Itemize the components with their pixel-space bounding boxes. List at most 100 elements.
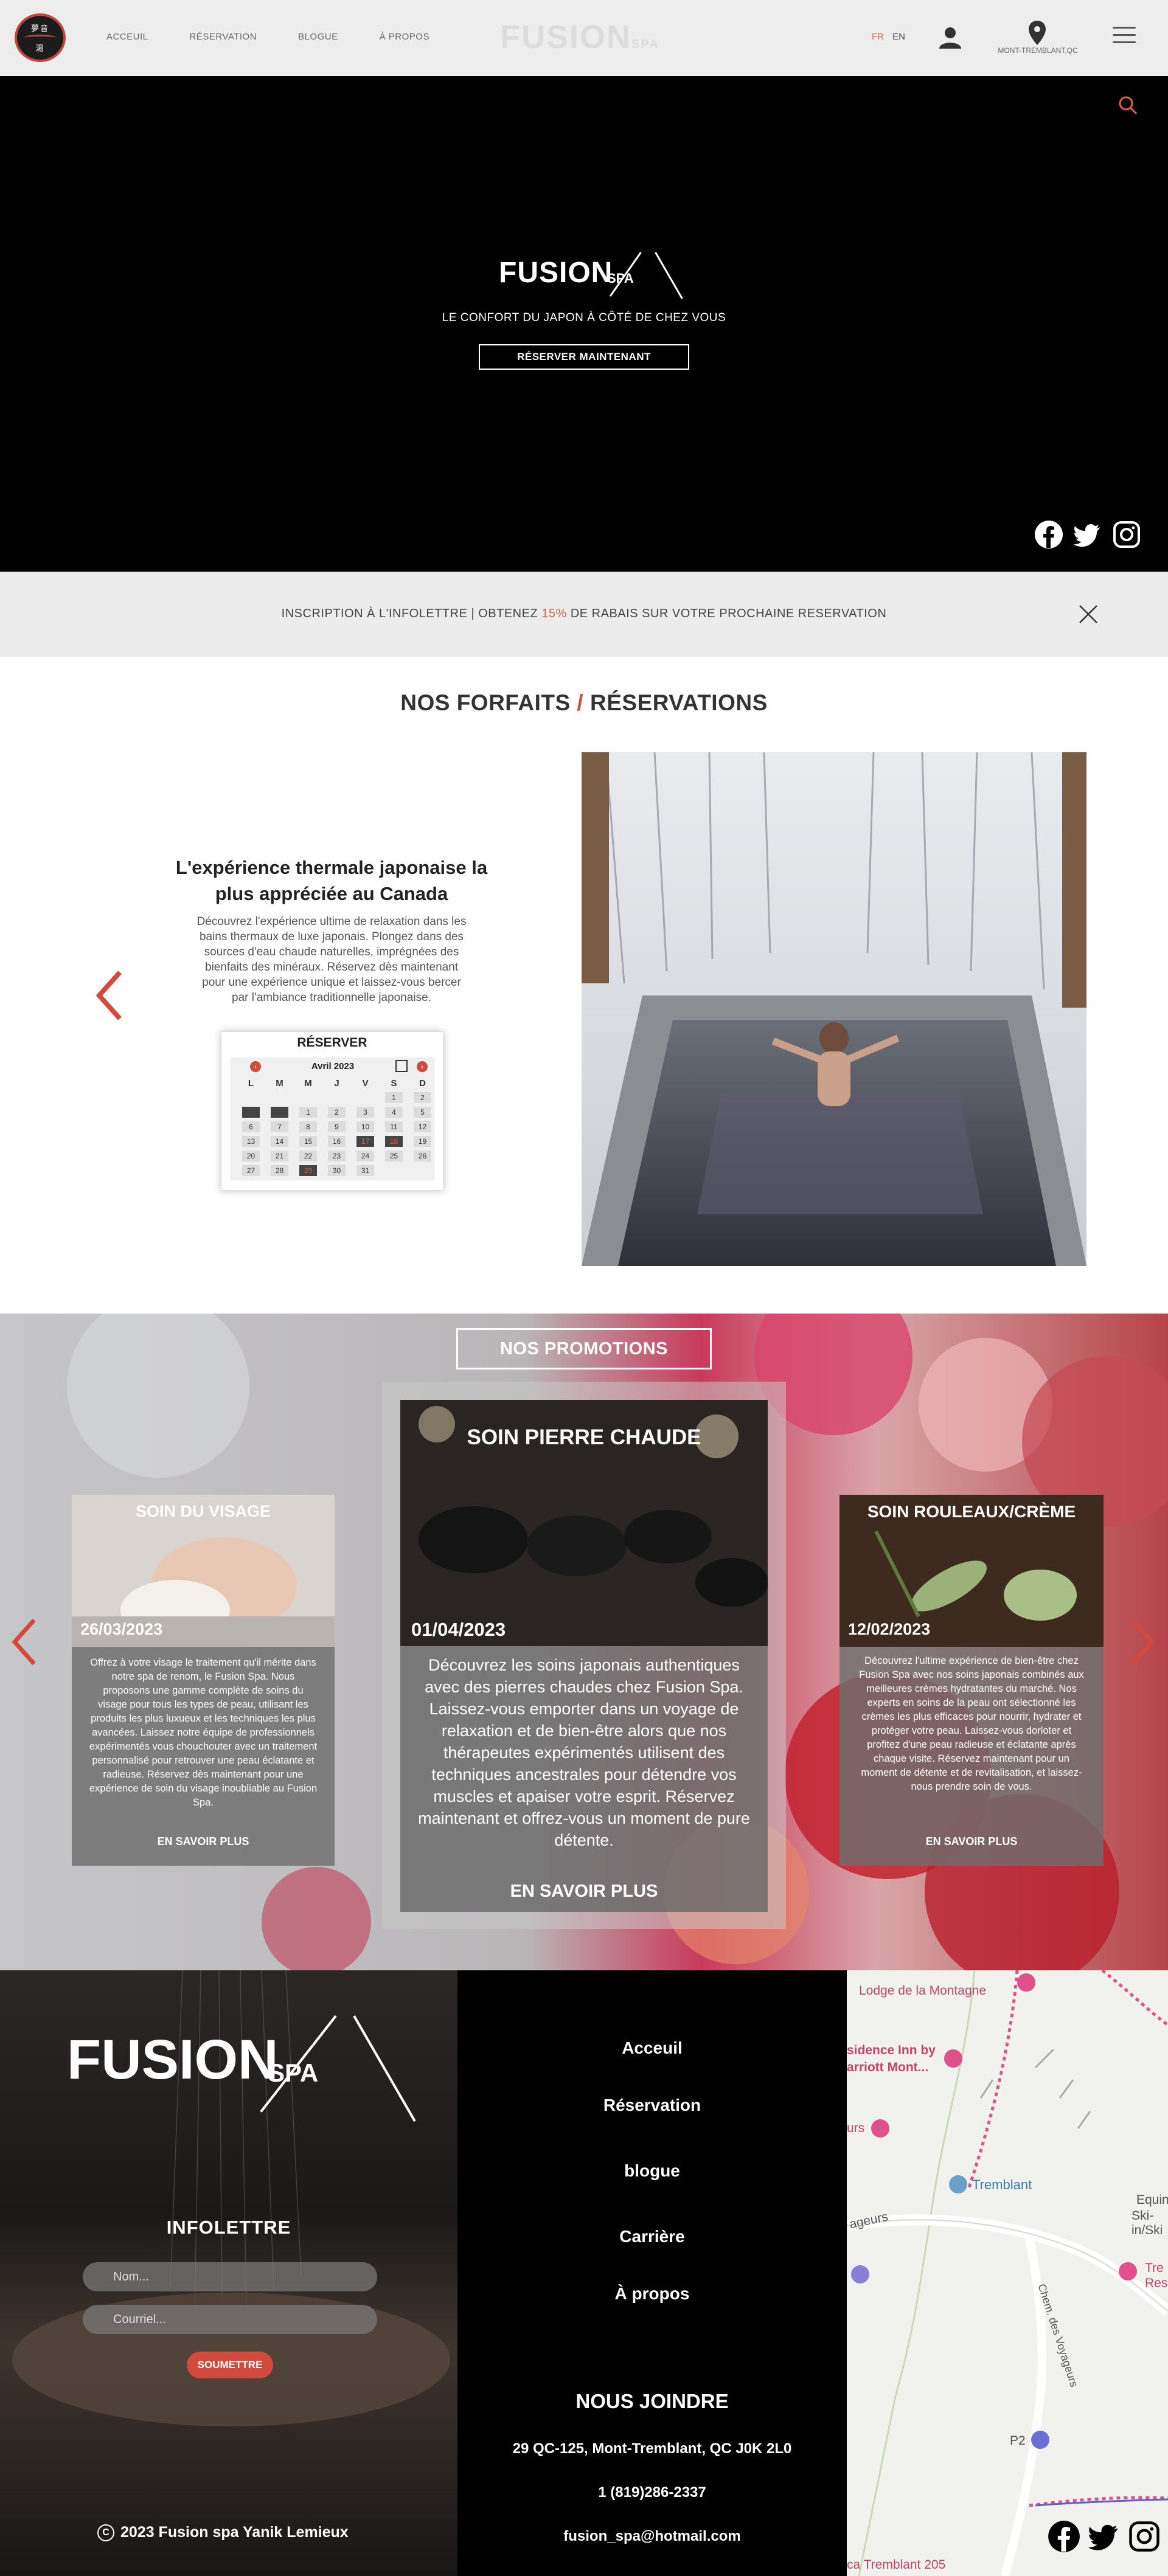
calendar-day[interactable]: 21 [271,1151,288,1162]
thermal-pool-photo [582,752,1086,1266]
promo-card-pierre-chaude[interactable]: SOIN PIERRE CHAUDE 01/04/2023 Découvrez … [400,1400,768,1912]
calendar-day[interactable]: 22 [299,1151,317,1162]
promo-prev-arrow-icon[interactable] [11,1618,38,1666]
footer-logo: FUSION SPA [67,2015,416,2131]
forfaits-title-slash: / [577,690,584,715]
promo-more-link[interactable]: EN SAVOIR PLUS [400,1882,768,1902]
calendar-day [414,1165,431,1176]
calendar-day[interactable]: 3 [356,1107,374,1118]
nav-reservation[interactable]: RÉSERVATION [190,32,257,42]
contact-email[interactable]: fusion_spa@hotmail.com [457,2528,847,2545]
hero-logo: FUSION SPA [499,252,683,301]
footer-link-carriere[interactable]: Carrière [457,2227,847,2246]
calendar-weekday: V [362,1078,369,1089]
submit-button[interactable]: SOUMETTRE [187,2352,273,2378]
footer-link-accueil[interactable]: Acceuil [457,2038,847,2058]
hero-tagline: LE CONFORT DU JAPON À CÔTÉ DE CHEZ VOUS [442,311,726,324]
calendar-icon[interactable] [395,1060,408,1072]
calendar-day[interactable]: 15 [299,1136,317,1147]
calendar-day[interactable]: 4 [385,1107,403,1118]
map-label: arriott Mont... [847,2060,929,2074]
instagram-icon[interactable] [1128,2520,1161,2553]
reserve-now-button[interactable]: RÉSERVER MAINTENANT [479,344,689,370]
calendar-day[interactable]: 11 [385,1121,403,1132]
calendar-day[interactable]: 14 [271,1136,288,1147]
facebook-icon[interactable] [1048,2520,1080,2553]
copyright: C 2023 Fusion spa Yanik Lemieux [97,2524,349,2541]
calendar-header: ‹ Avril 2023 › [231,1060,435,1073]
calendar-day[interactable]: 12 [414,1121,431,1132]
footer-link-a-propos[interactable]: À propos [457,2284,847,2304]
map-label: sidence Inn by [847,2043,936,2057]
user-icon[interactable] [937,24,964,51]
footer-link-blogue[interactable]: blogue [457,2161,847,2181]
calendar-day[interactable]: 18 [385,1136,403,1147]
site-logo[interactable]: 夢音 湯 [15,13,66,62]
calendar-day[interactable]: 2 [328,1107,346,1118]
calendar-day[interactable]: 17 [356,1136,374,1147]
calendar-day[interactable]: 10 [356,1121,374,1132]
calendar-day[interactable]: 30 [328,1165,346,1176]
nav-blogue[interactable]: BLOGUE [298,32,338,42]
twitter-icon[interactable] [1088,2520,1121,2553]
calendar-day[interactable]: 31 [356,1165,374,1176]
hero-social-links [1034,520,1141,549]
calendar-next-icon[interactable]: › [417,1061,428,1072]
contact-address: 29 QC-125, Mont-Tremblant, QC J0K 2L0 [512,2440,792,2457]
calendar-day[interactable]: 8 [299,1121,317,1132]
calendar-day [385,1165,403,1176]
instagram-icon[interactable] [1112,520,1141,549]
contact-phone[interactable]: 1 (819)286-2337 [457,2484,847,2501]
promo-title: SOIN PIERRE CHAUDE [467,1425,701,1449]
map-label: urs [847,2121,865,2135]
calendar-day[interactable]: 1 [299,1107,317,1118]
lang-en[interactable]: EN [892,32,905,42]
calendar-day[interactable]: 23 [328,1151,346,1162]
calendar-day[interactable]: 25 [385,1151,403,1162]
location-map[interactable]: Lodge de la Montagne sidence Inn by arri… [847,1970,1168,2576]
search-icon[interactable] [1117,94,1139,116]
calendar-day[interactable]: 9 [328,1121,346,1132]
calendar-day [356,1092,374,1103]
calendar-day[interactable]: 24 [356,1151,374,1162]
calendar-day[interactable]: 5 [414,1107,431,1118]
calendar-day[interactable]: 29 [299,1165,317,1176]
twitter-icon[interactable] [1073,520,1102,549]
footer-links: Acceuil Réservation blogue Carrière À pr… [457,1970,847,2576]
calendar-day[interactable]: 26 [414,1151,431,1162]
calendar-day[interactable]: 13 [242,1136,260,1147]
name-input[interactable] [83,2262,377,2291]
calendar-day[interactable]: 19 [414,1136,431,1147]
nav-accueil[interactable]: ACCEUIL [106,32,148,42]
promo-card-visage[interactable]: SOIN DU VISAGE 26/03/2023 Offrez à votre… [72,1495,335,1866]
location-pin-icon[interactable] [1027,19,1048,46]
calendar-day[interactable]: 1 [385,1092,403,1103]
hamburger-menu-icon[interactable] [1113,27,1136,45]
promo-more-link[interactable]: EN SAVOIR PLUS [72,1835,335,1848]
promo-more-link[interactable]: EN SAVOIR PLUS [839,1835,1104,1848]
logo-kanji-bottom: 湯 [35,44,45,54]
promo-card-rouleaux[interactable]: SOIN ROULEAUX/CRÈME 12/02/2023 Découvrez… [839,1495,1104,1866]
language-switch: FR EN [872,32,905,42]
email-input[interactable] [83,2305,377,2334]
calendar-day[interactable]: 20 [242,1151,260,1162]
lang-fr[interactable]: FR [872,32,884,42]
contact-title: NOUS JOINDRE [575,2390,729,2412]
calendar-day [271,1092,288,1103]
facebook-icon[interactable] [1034,520,1063,549]
promo-text: Découvrez l'ultime expérience de bien-êt… [859,1655,1084,1792]
calendar-day[interactable]: 16 [328,1136,346,1147]
close-icon[interactable] [1077,603,1099,625]
promo-title: SOIN DU VISAGE [135,1502,271,1520]
carousel-prev-arrow-icon[interactable] [94,970,125,1021]
nav-a-propos[interactable]: À PROPOS [380,32,429,42]
calendar-day[interactable]: 27 [242,1165,260,1176]
calendar-weekday: L [248,1078,254,1089]
footer-link-reservation[interactable]: Réservation [457,2096,847,2115]
calendar-day[interactable]: 28 [271,1165,288,1176]
calendar-day[interactable]: 2 [414,1092,431,1103]
calendar-grid: L M M J V S D 1 2 1 2 3 4 5 6 7 8 9 10 11 12 13 14 15 16 17 18 19 20… [237,1076,437,1178]
calendar-day[interactable]: 7 [271,1121,288,1132]
calendar-day[interactable]: 6 [242,1121,260,1132]
promo-next-arrow-icon[interactable] [1129,1618,1156,1666]
